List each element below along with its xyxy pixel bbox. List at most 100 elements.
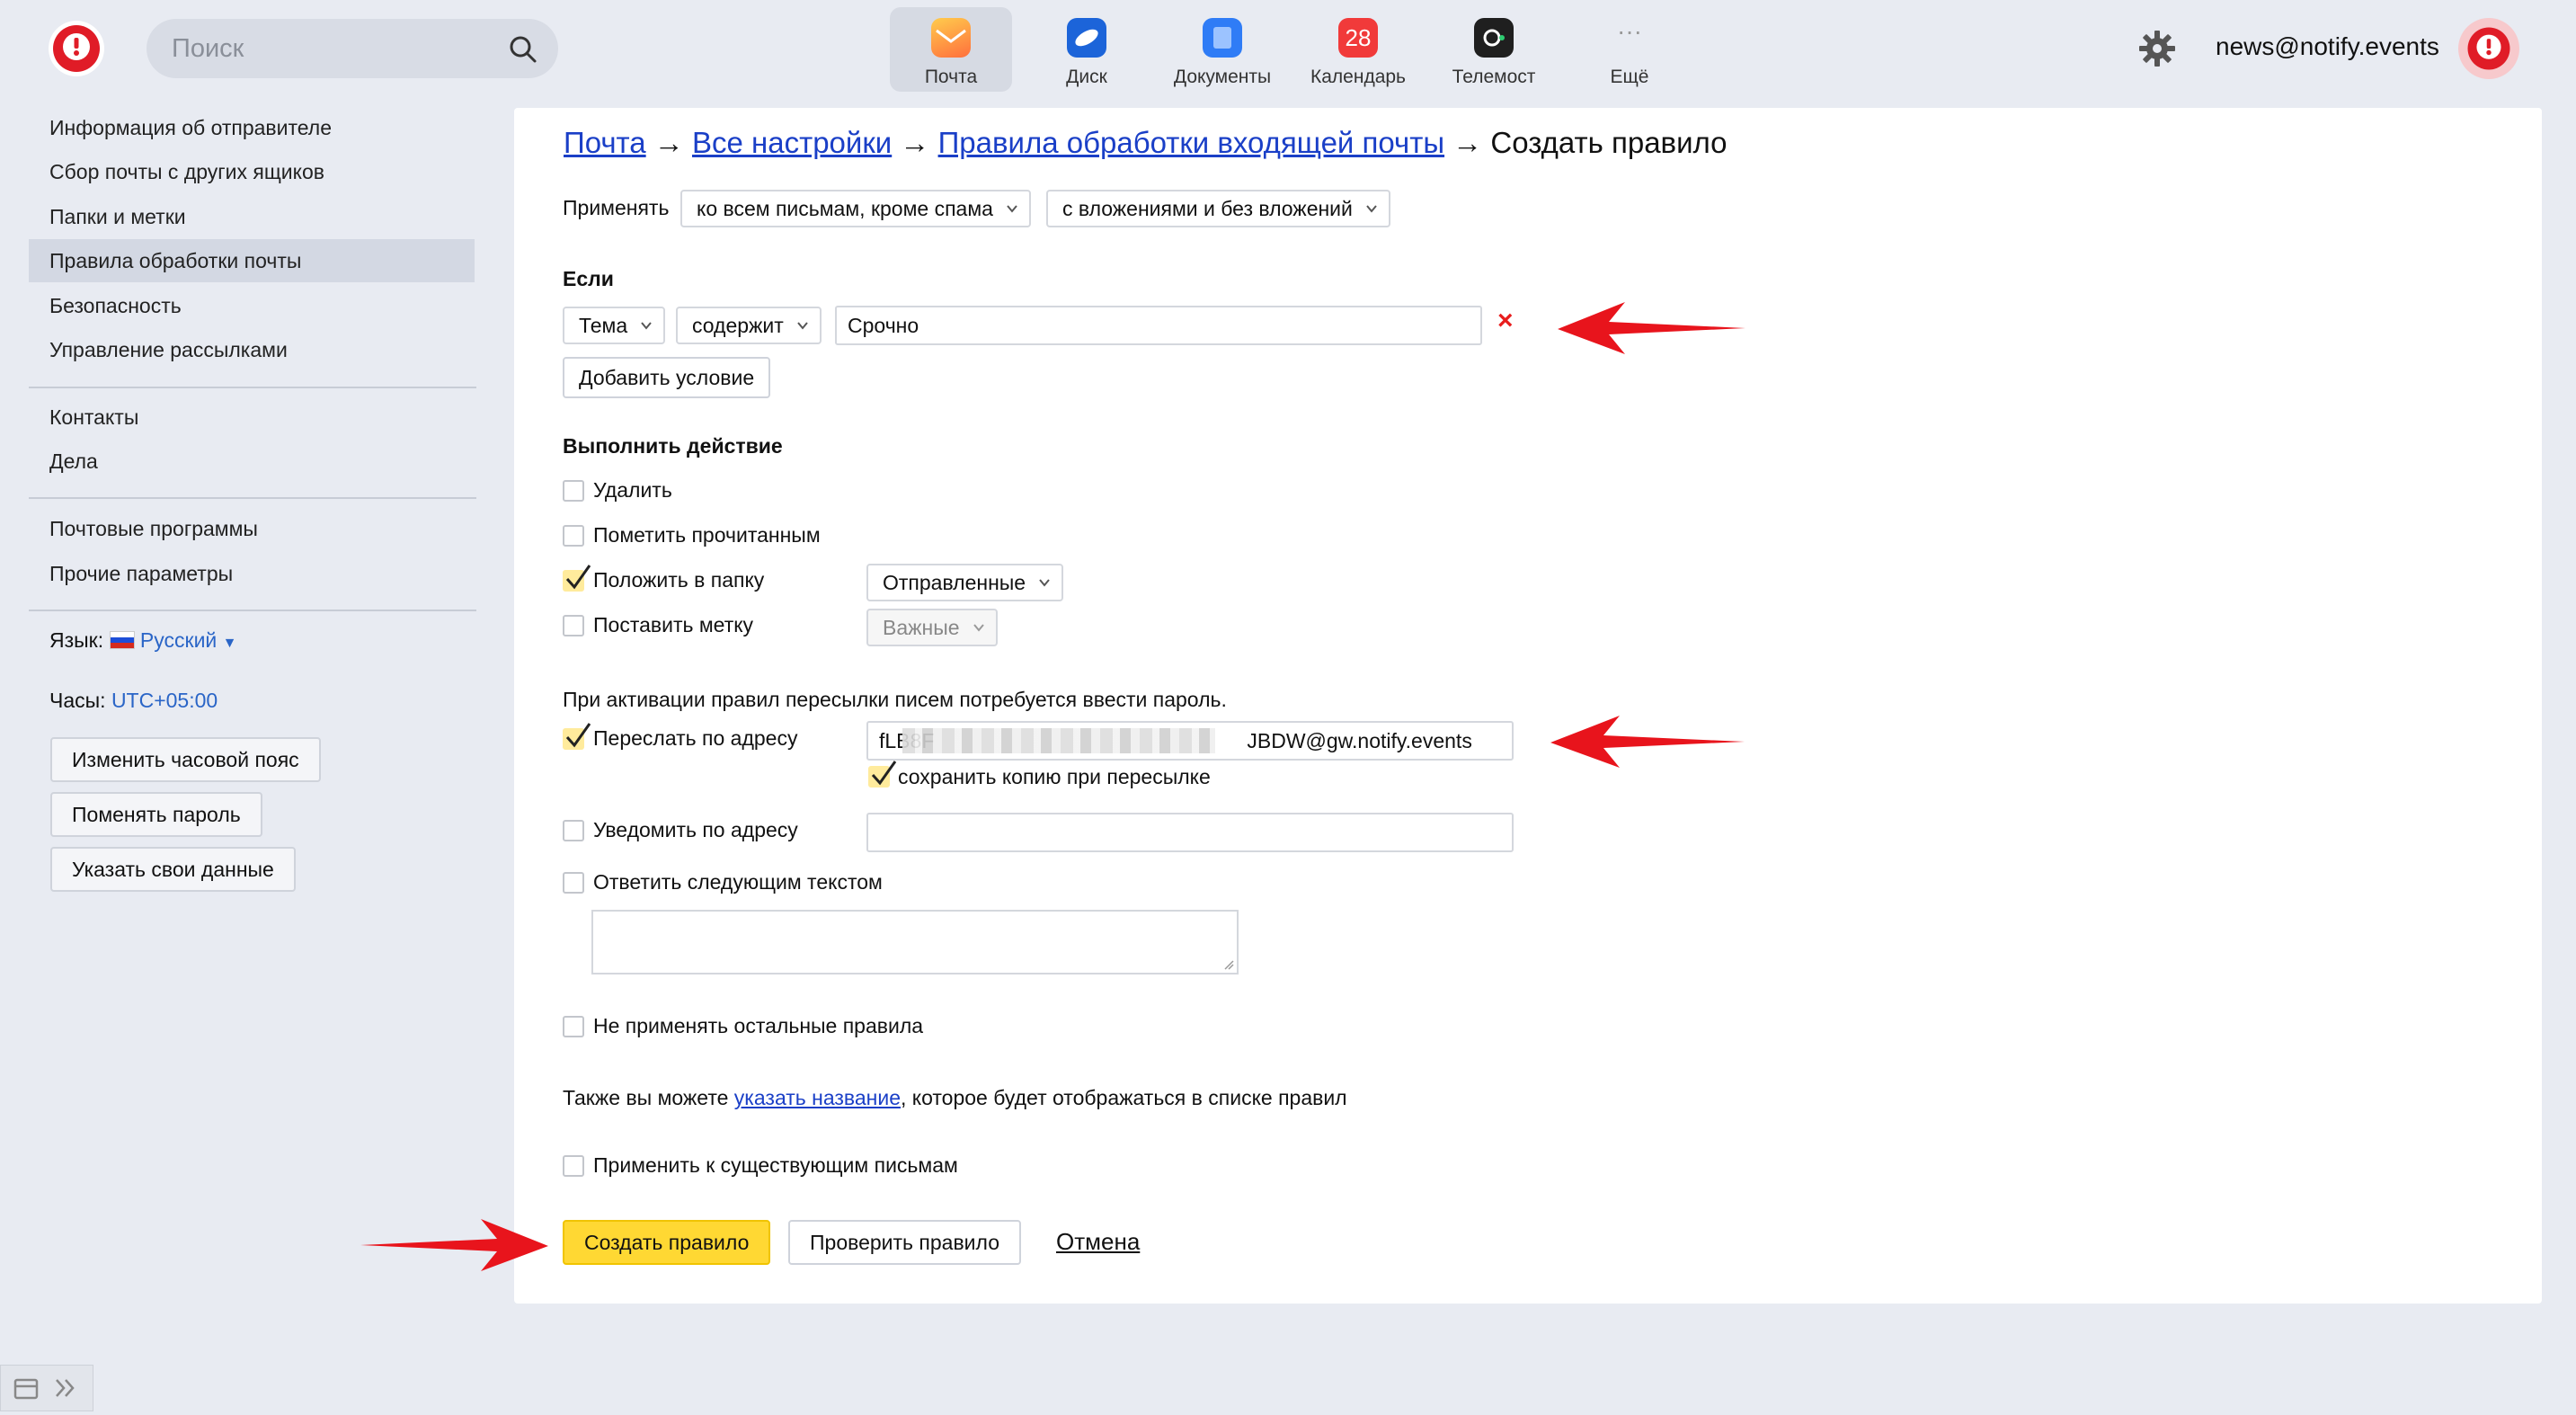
create-rule-button[interactable]: Создать правило	[563, 1220, 771, 1265]
delete-label[interactable]: Удалить	[593, 478, 672, 503]
set-personal-data-button[interactable]: Указать свои данные	[50, 847, 296, 892]
service-mail[interactable]: Почта	[890, 7, 1012, 92]
annotation-arrow-create	[360, 1219, 548, 1271]
keep-copy-label[interactable]: сохранить копию при пересылке	[898, 765, 1211, 789]
rule-name-note-suffix: , которое будет отображаться в списке пр…	[901, 1086, 1347, 1109]
reply-text-area[interactable]	[591, 910, 1239, 974]
search-icon[interactable]	[508, 34, 538, 65]
change-password-button[interactable]: Поменять пароль	[50, 792, 262, 837]
annotation-arrow-condition	[1558, 302, 1745, 354]
checkmark-icon	[565, 723, 591, 748]
breadcrumb-separator: →	[653, 126, 684, 159]
sidebar-item-mail-rules[interactable]: Правила обработки почты	[29, 239, 475, 282]
sidebar-item-other-params[interactable]: Прочие параметры	[29, 552, 475, 595]
service-label: Календарь	[1310, 67, 1406, 87]
stop-rules-label[interactable]: Не применять остальные правила	[593, 1014, 923, 1038]
notify-label[interactable]: Уведомить по адресу	[593, 818, 798, 842]
set-label-checkbox[interactable]	[563, 615, 584, 636]
sidebar-item-security[interactable]: Безопасность	[29, 284, 475, 327]
breadcrumb-mail[interactable]: Почта	[564, 126, 646, 159]
service-more[interactable]: ··· Ещё	[1568, 7, 1691, 92]
sidebar-item-folders[interactable]: Папки и метки	[29, 195, 475, 238]
reply-checkbox[interactable]	[563, 872, 584, 894]
service-label: Диск	[1066, 67, 1107, 87]
move-to-folder-label[interactable]: Положить в папку	[593, 568, 764, 592]
remove-condition-icon[interactable]: ×	[1497, 306, 1514, 336]
folder-value: Отправленные	[883, 571, 1026, 594]
search-input[interactable]	[170, 32, 497, 65]
notify-address-input[interactable]	[866, 813, 1514, 852]
add-condition-button[interactable]: Добавить условие	[563, 357, 771, 398]
calendar-icon: 28	[1338, 18, 1378, 58]
clock-label: Часы:	[49, 689, 106, 712]
chevron-down-icon	[973, 624, 984, 632]
service-documents[interactable]: Документы	[1161, 7, 1284, 92]
clock-value[interactable]: UTC+05:00	[111, 689, 218, 712]
label-select-value: Важные	[883, 616, 960, 639]
service-label: Ещё	[1610, 67, 1649, 87]
redacted-address-blur	[902, 728, 1215, 753]
service-calendar[interactable]: 28 Календарь	[1297, 7, 1419, 92]
change-timezone-button[interactable]: Изменить часовой пояс	[50, 737, 321, 782]
cancel-link[interactable]: Отмена	[1056, 1228, 1140, 1256]
delete-checkbox[interactable]	[563, 480, 584, 502]
sidebar-item-sender-info[interactable]: Информация об отправителе	[29, 106, 475, 149]
service-label: Телемост	[1452, 67, 1536, 87]
annotation-arrow-forward	[1550, 716, 1745, 768]
service-disk[interactable]: Диск	[1026, 7, 1148, 92]
search-box[interactable]	[147, 19, 558, 78]
resize-handle-icon[interactable]	[1223, 959, 1234, 970]
condition-operator-value: содержит	[692, 314, 784, 337]
apply-scope-select[interactable]: ко всем письмам, кроме спама	[680, 190, 1031, 227]
sidebar-item-tasks[interactable]: Дела	[29, 440, 475, 483]
sidebar-item-mail-programs[interactable]: Почтовые программы	[29, 507, 475, 550]
mail-icon	[931, 18, 971, 58]
forward-address-suffix: JBDW@gw.notify.events	[1247, 729, 1472, 752]
password-note: При активации правил пересылки писем пот…	[563, 688, 1227, 711]
apply-scope-value: ко всем письмам, кроме спама	[697, 197, 993, 220]
folder-select[interactable]: Отправленные	[866, 564, 1064, 601]
stop-rules-checkbox[interactable]	[563, 1016, 584, 1037]
mark-read-checkbox[interactable]	[563, 525, 584, 547]
forward-checkbox[interactable]	[563, 723, 591, 750]
sidebar-item-collect-mail[interactable]: Сбор почты с других ящиков	[29, 150, 475, 193]
condition-field-value: Тема	[579, 314, 628, 337]
logo-icon	[53, 25, 100, 72]
service-telemost[interactable]: Телемост	[1433, 7, 1555, 92]
condition-operator-select[interactable]: содержит	[676, 307, 822, 344]
forward-label[interactable]: Переслать по адресу	[593, 726, 797, 751]
check-rule-button[interactable]: Проверить правило	[788, 1220, 1021, 1265]
apply-existing-label[interactable]: Применить к существующим письмам	[593, 1153, 958, 1178]
notify-checkbox[interactable]	[563, 820, 584, 841]
condition-value-input[interactable]: Срочно	[835, 306, 1482, 345]
breadcrumb-separator: →	[1452, 126, 1483, 159]
chevron-down-icon	[797, 322, 808, 330]
breadcrumb-all-settings[interactable]: Все настройки	[692, 126, 892, 159]
apply-existing-checkbox[interactable]	[563, 1155, 584, 1177]
calendar-expand-icon[interactable]	[1, 1366, 91, 1411]
avatar[interactable]	[2458, 18, 2519, 79]
attachments-select[interactable]: с вложениями и без вложений	[1046, 190, 1390, 227]
mark-read-label[interactable]: Пометить прочитанным	[593, 523, 821, 547]
yandex-mail-logo[interactable]	[49, 21, 104, 76]
sidebar-item-subscriptions[interactable]: Управление рассылками	[29, 328, 475, 371]
breadcrumb: Почта → Все настройки → Правила обработк…	[564, 126, 1728, 160]
breadcrumb-incoming-rules[interactable]: Правила обработки входящей почты	[938, 126, 1444, 159]
chevron-down-icon[interactable]: ▼	[223, 636, 237, 651]
label-select[interactable]: Важные	[866, 609, 998, 646]
bottom-toolbar	[0, 1365, 93, 1411]
set-label-label[interactable]: Поставить метку	[593, 613, 753, 637]
language-value[interactable]: Русский	[140, 628, 217, 652]
move-to-folder-checkbox[interactable]	[563, 565, 591, 592]
language-setting: Язык: Русский ▼	[49, 628, 237, 653]
reply-label[interactable]: Ответить следующим текстом	[593, 870, 883, 894]
set-rule-name-link[interactable]: указать название	[734, 1086, 901, 1109]
documents-icon	[1203, 18, 1242, 58]
condition-field-select[interactable]: Тема	[563, 307, 666, 344]
sidebar-item-contacts[interactable]: Контакты	[29, 396, 475, 439]
keep-copy-checkbox[interactable]	[868, 761, 897, 788]
settings-gear-icon[interactable]	[2137, 29, 2177, 68]
breadcrumb-separator: →	[900, 126, 930, 159]
russian-flag-icon	[109, 631, 135, 649]
user-email[interactable]: news@notify.events	[2216, 32, 2439, 61]
